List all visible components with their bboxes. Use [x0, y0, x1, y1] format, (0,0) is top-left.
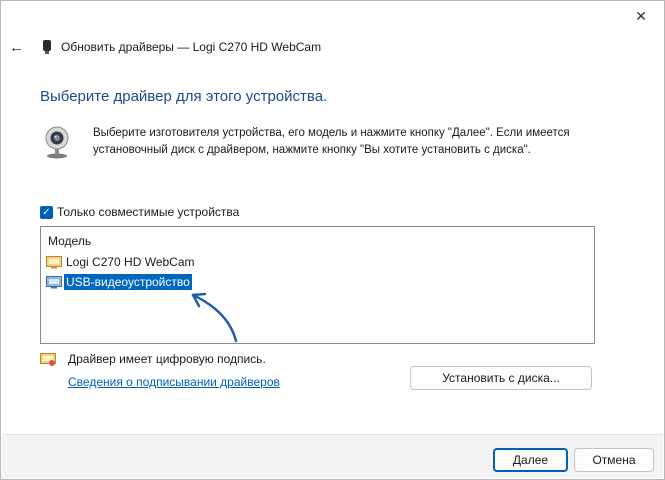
list-item-label: USB-видеоустройство [64, 274, 192, 290]
driver-icon [46, 255, 62, 269]
signature-status: Драйвер имеет цифровую подпись. [40, 351, 266, 367]
signature-text: Драйвер имеет цифровую подпись. [68, 352, 266, 366]
cancel-button[interactable]: Отмена [574, 448, 654, 472]
model-column-header: Модель [48, 234, 92, 248]
driver-icon [46, 275, 62, 289]
next-button[interactable]: Далее [493, 448, 568, 472]
dialog-header: ← Обновить драйверы — Logi C270 HD WebCa… [9, 37, 321, 57]
compatible-devices-checkbox[interactable]: ✓ [40, 205, 53, 219]
list-item-label: Logi C270 HD WebCam [66, 255, 195, 269]
driver-signing-link[interactable]: Сведения о подписывании драйверов [68, 375, 280, 389]
close-button[interactable]: ✕ [624, 3, 658, 29]
model-list[interactable]: Модель Logi C270 HD WebCam USB-видеоустр… [40, 226, 595, 344]
compatible-devices-label[interactable]: Только совместимые устройства [57, 205, 239, 219]
close-icon: ✕ [635, 7, 647, 24]
dialog-title: Обновить драйверы — Logi C270 HD WebCam [61, 40, 322, 54]
list-item-usb-video-device[interactable]: USB-видеоустройство [46, 273, 192, 291]
have-disk-button[interactable]: Установить с диска... [410, 366, 592, 390]
webcam-icon [41, 125, 73, 159]
webcam-device-icon [41, 39, 53, 55]
page-heading: Выберите драйвер для этого устройства. [40, 88, 328, 105]
update-drivers-dialog: ✕ ← Обновить драйверы — Logi C270 HD Web… [0, 0, 665, 480]
compatible-devices-option[interactable]: ✓ Только совместимые устройства [40, 205, 239, 219]
signed-driver-icon [40, 351, 56, 367]
instruction-text: Выберите изготовителя устройства, его мо… [93, 127, 570, 156]
back-button[interactable]: ← [9, 39, 27, 56]
list-item-logi-c270[interactable]: Logi C270 HD WebCam [46, 253, 197, 271]
